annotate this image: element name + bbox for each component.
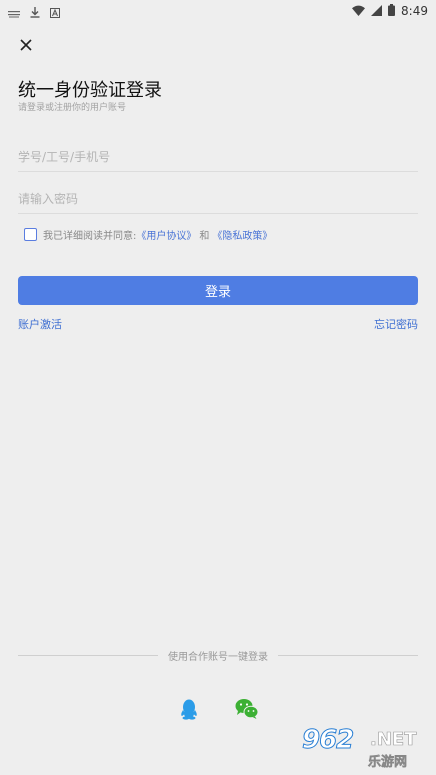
agreement-row: 我已详细阅读并同意: 《用户协议》 和 《隐私政策》	[24, 227, 272, 242]
download-icon	[30, 3, 40, 22]
watermark-logo: 962 .NET 乐游网	[296, 725, 430, 771]
watermark-cn: 乐游网	[368, 755, 408, 771]
privacy-policy-link[interactable]: 《隐私政策》	[212, 227, 272, 242]
divider-line-right	[278, 655, 418, 656]
wechat-login-button[interactable]	[235, 698, 259, 720]
password-input[interactable]	[18, 184, 418, 213]
voicemail-icon	[8, 3, 20, 22]
watermark-number: 962	[301, 725, 354, 756]
close-button[interactable]	[14, 33, 38, 57]
qq-icon	[181, 699, 197, 720]
agreement-prefix: 我已详细阅读并同意:	[43, 231, 137, 242]
status-bar: 8:49	[0, 0, 436, 18]
username-input[interactable]	[18, 142, 418, 171]
battery-icon	[388, 1, 396, 20]
password-field-container	[18, 184, 418, 214]
watermark-net: .NET	[370, 729, 417, 751]
wechat-icon	[235, 699, 259, 719]
account-activate-link[interactable]: 账户激活	[18, 316, 62, 332]
qq-login-button[interactable]	[178, 698, 200, 720]
login-button[interactable]: 登录	[18, 276, 418, 305]
status-time: 8:49	[401, 3, 428, 18]
forgot-password-link[interactable]: 忘记密码	[374, 316, 418, 332]
signal-icon	[371, 1, 383, 20]
agreement-conjunction: 和	[199, 231, 210, 242]
user-agreement-link[interactable]: 《用户协议》	[136, 227, 196, 242]
status-left-icons	[8, 3, 60, 22]
page-title: 统一身份验证登录	[18, 80, 162, 101]
app-a-icon	[50, 3, 60, 22]
username-field-container	[18, 142, 418, 172]
agreement-checkbox[interactable]	[24, 228, 37, 241]
third-party-divider: 使用合作账号一键登录	[18, 648, 418, 664]
status-right-icons: 8:49	[352, 1, 428, 20]
wifi-icon	[352, 1, 366, 20]
page-subtitle: 请登录或注册你的用户账号	[18, 103, 127, 113]
close-icon	[20, 39, 32, 51]
